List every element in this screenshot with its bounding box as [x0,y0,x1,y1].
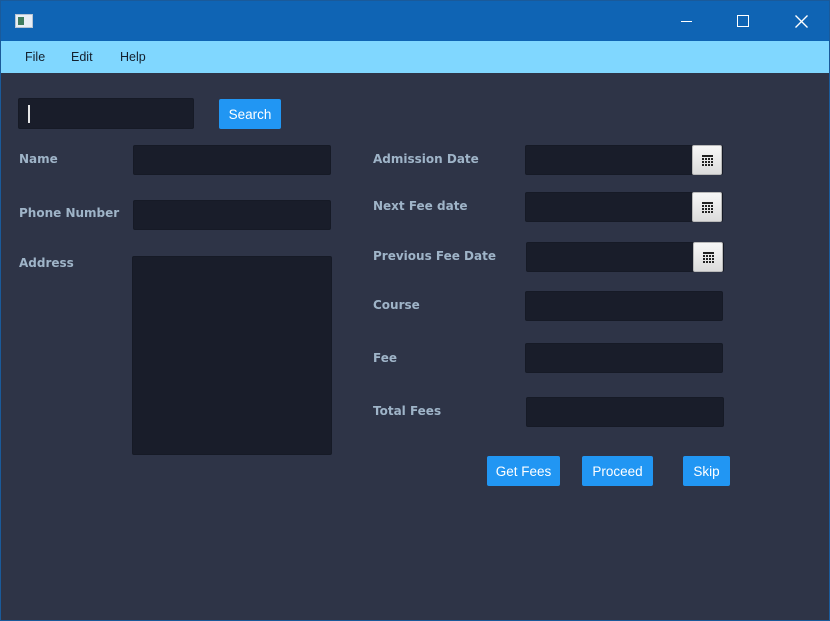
minimize-button[interactable] [657,1,715,41]
app-icon [15,14,33,28]
next-fee-date-label: Next Fee date [373,199,468,213]
skip-button[interactable]: Skip [683,456,730,486]
name-label: Name [19,152,58,166]
menu-edit[interactable]: Edit [71,41,93,73]
previous-fee-date-calendar-button[interactable] [693,242,723,272]
get-fees-button[interactable]: Get Fees [487,456,560,486]
total-fees-label: Total Fees [373,404,442,418]
proceed-button[interactable]: Proceed [582,456,653,486]
close-icon [794,14,808,28]
minimize-icon [680,20,692,22]
course-field[interactable] [525,291,723,321]
name-field[interactable] [133,145,331,175]
menu-help[interactable]: Help [120,41,146,73]
menu-bar: File Edit Help [1,41,829,73]
fee-field[interactable] [525,343,723,373]
phone-number-field[interactable] [133,200,331,230]
calendar-icon [701,201,713,213]
next-fee-date-calendar-button[interactable] [692,192,722,222]
maximize-button[interactable] [714,1,772,41]
app-window: File Edit Help Search Name Phone Number … [0,0,830,621]
course-label: Course [373,298,420,312]
fee-label: Fee [373,351,397,365]
calendar-icon [701,154,713,166]
title-bar [1,1,829,41]
phone-number-label: Phone Number [19,206,120,220]
address-label: Address [19,256,74,270]
calendar-icon [702,251,714,263]
previous-fee-date-label: Previous Fee Date [373,249,496,263]
search-input[interactable] [18,98,194,129]
text-caret [28,105,30,123]
address-textarea[interactable] [132,256,332,455]
admission-date-label: Admission Date [373,152,479,166]
menu-file[interactable]: File [25,41,45,73]
close-button[interactable] [772,1,830,41]
admission-date-calendar-button[interactable] [692,145,722,175]
maximize-icon [737,15,749,27]
search-button[interactable]: Search [219,99,281,129]
total-fees-field[interactable] [526,397,724,427]
